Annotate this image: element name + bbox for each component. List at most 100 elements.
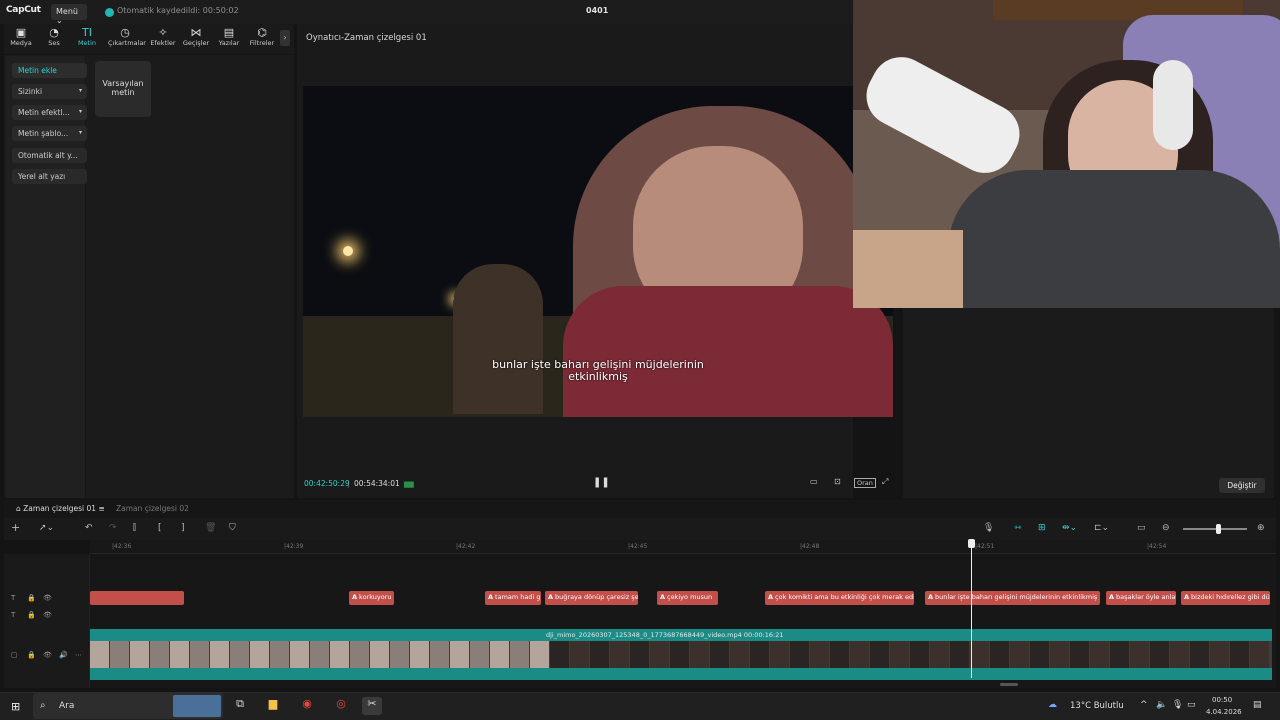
undo-icon[interactable]: ↶	[85, 523, 93, 533]
sidenav-add-text[interactable]: Metin ekle	[12, 63, 87, 78]
video-thumbnail	[350, 641, 369, 668]
sidenav-text-templates[interactable]: Metin şablo... ▾	[12, 126, 87, 141]
clock-time[interactable]: 00:50	[1212, 696, 1232, 704]
snap-icon[interactable]: ⇹⌄	[1062, 523, 1077, 533]
clock-date[interactable]: 4.04.2026	[1206, 708, 1242, 716]
lock-icon[interactable]: 🔒	[27, 594, 36, 602]
text-clip[interactable]: Abuğraya dönüp çaresiz şe	[545, 591, 638, 605]
volume-icon[interactable]: 🔈	[1156, 700, 1167, 710]
text-clip[interactable]: Akorkuyoru	[349, 591, 394, 605]
volume-icon[interactable]: 🔊	[59, 651, 68, 659]
video-clip-waveform[interactable]	[90, 668, 1272, 680]
search-placeholder: Ara	[59, 701, 75, 711]
weather-text[interactable]: 13°C Bulutlu	[1070, 701, 1124, 711]
time-ruler[interactable]	[90, 540, 1276, 554]
more-icon[interactable]: ⋯	[75, 651, 82, 659]
tab-media[interactable]: ▣ Medya	[4, 26, 38, 47]
windows-start-icon[interactable]: ⊞	[11, 700, 20, 713]
tray-chevron-icon[interactable]: ^	[1140, 700, 1148, 710]
zoom-slider[interactable]	[1183, 528, 1247, 530]
tab-captions[interactable]: ▤ Yazılar	[212, 26, 246, 47]
snapshot-icon[interactable]: ⊡	[834, 477, 841, 486]
lock-icon[interactable]: 🔒	[27, 651, 36, 659]
sidenav-local-captions[interactable]: Yerel alt yazı	[12, 169, 87, 184]
trim-left-icon[interactable]: [	[158, 523, 162, 533]
person-figure	[453, 264, 543, 414]
zoom-slider-handle[interactable]	[1216, 524, 1221, 534]
tab-timeline-02[interactable]: Zaman çizelgesi 02	[116, 504, 189, 513]
tab-audio[interactable]: ◔ Ses	[37, 26, 71, 47]
tab-effects[interactable]: ✧ Efektler	[146, 26, 180, 47]
split-icon[interactable]: ⫿	[133, 523, 136, 533]
video-thumbnail	[950, 641, 969, 668]
select-tool-icon[interactable]: ➚⌄	[39, 523, 54, 533]
marker-icon[interactable]: ⛉	[229, 523, 236, 533]
video-thumbnail	[430, 641, 449, 668]
redo-icon[interactable]: ↷	[109, 523, 117, 533]
playhead[interactable]	[971, 540, 972, 678]
sidenav-auto-captions[interactable]: Otomatik alt y...	[12, 148, 87, 163]
text-clip[interactable]: Abizdeki hıdırellez gibi dür	[1181, 591, 1270, 605]
file-explorer-icon[interactable]: ▆	[263, 697, 283, 715]
text-clip-selected[interactable]: Abunlar işte baharı gelişini müjdelerini…	[925, 591, 1100, 605]
video-thumbnail	[450, 641, 469, 668]
tab-transitions[interactable]: ⋈ Geçişler	[179, 26, 213, 47]
caption-icon[interactable]: ▭	[1137, 523, 1146, 533]
capcut-icon[interactable]: ✂	[362, 697, 382, 715]
magnet-icon[interactable]: ⊞	[1038, 523, 1046, 533]
chevron-right-icon[interactable]: ›	[280, 30, 290, 46]
tab-text[interactable]: TI Metin	[70, 26, 104, 47]
video-thumbnail	[830, 641, 849, 668]
video-thumbnail	[230, 641, 249, 668]
task-view-icon[interactable]: ⧉	[230, 697, 250, 715]
text-clip[interactable]	[90, 591, 184, 605]
text-clip[interactable]: Abaşaklar öyle anlat	[1106, 591, 1176, 605]
eye-icon[interactable]: 👁	[43, 611, 52, 619]
video-thumbnail	[510, 641, 529, 668]
video-thumbnail	[710, 641, 729, 668]
zoom-out-icon[interactable]: ⊖	[1162, 523, 1170, 533]
text-track-icon: T	[11, 594, 16, 602]
menu-button[interactable]: Menü ⌄	[51, 4, 87, 25]
eye-icon[interactable]: 👁	[43, 651, 52, 659]
ruler-tick: |42:51	[975, 543, 995, 550]
preview-axis-icon[interactable]: ⊏⌄	[1094, 523, 1109, 533]
default-text-preset[interactable]: Varsayılan metin	[95, 61, 151, 117]
trim-right-icon[interactable]: ]	[181, 523, 185, 533]
video-clip-thumbnails[interactable]	[90, 641, 1272, 668]
video-thumbnail	[1170, 641, 1189, 668]
link-icon[interactable]: ⇿	[1014, 523, 1022, 533]
tab-filters[interactable]: ⌬ Filtreler	[245, 26, 279, 47]
network-icon[interactable]: ▭	[1187, 700, 1196, 710]
add-icon[interactable]: +	[11, 521, 20, 534]
timeline-toolbar	[4, 518, 1276, 540]
text-clip[interactable]: Atamam hadi g	[485, 591, 541, 605]
sidenav-yours[interactable]: Sizinki ▾	[12, 84, 87, 99]
app-logo: CapCut	[6, 5, 41, 15]
aspect-ratio-button[interactable]: Oran	[854, 478, 876, 488]
text-clip[interactable]: Açekiyo musun	[657, 591, 718, 605]
eye-icon[interactable]: 👁	[43, 594, 52, 602]
chrome-icon[interactable]: ◉	[297, 697, 317, 715]
mic-icon[interactable]: 🎙	[1172, 700, 1183, 710]
tab-timeline-01[interactable]: ⌂ Zaman çizelgesi 01 ≡	[16, 504, 105, 513]
tab-stickers[interactable]: ◷ Çıkartmalar	[108, 26, 146, 47]
playhead-handle[interactable]	[968, 539, 975, 548]
quality-icon[interactable]: ▭	[810, 477, 818, 486]
text-clip[interactable]: Açok komikti ama bu etkinliği çok merak …	[765, 591, 914, 605]
lock-icon[interactable]: 🔒	[27, 611, 36, 619]
video-thumbnail	[370, 641, 389, 668]
zoom-in-icon[interactable]: ⊕	[1257, 523, 1265, 533]
sidenav-text-effects[interactable]: Metin efektl... ▾	[12, 105, 87, 120]
apply-button[interactable]: Değiştir	[1219, 478, 1265, 493]
video-thumbnail	[90, 641, 109, 668]
timeline-scrollbar[interactable]	[1000, 683, 1018, 686]
obs-icon[interactable]: ◎	[331, 697, 351, 715]
mic-icon[interactable]: 🎙	[983, 523, 994, 533]
headphones	[1153, 60, 1193, 150]
delete-icon[interactable]: 🗑	[205, 523, 216, 533]
video-thumbnail	[110, 641, 129, 668]
notifications-icon[interactable]: ▤	[1253, 700, 1262, 710]
fullscreen-icon[interactable]: ⤢	[882, 477, 888, 487]
pause-button[interactable]: ❚❚	[593, 477, 610, 488]
